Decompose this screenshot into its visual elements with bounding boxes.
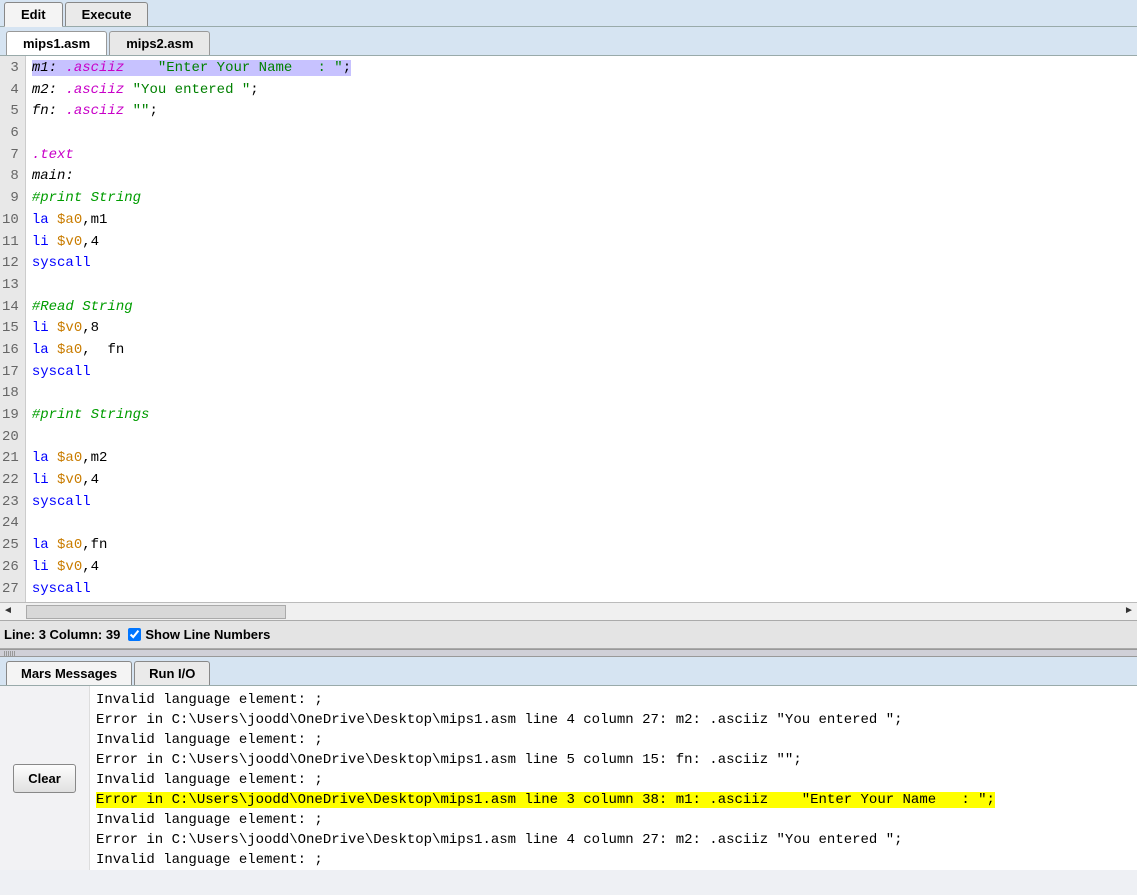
top-tabs: Edit Execute [0, 0, 1137, 27]
code-line[interactable] [32, 383, 1137, 405]
scroll-left-arrow-icon[interactable]: ◄ [0, 604, 16, 620]
message-line[interactable]: Error in C:\Users\joodd\OneDrive\Desktop… [96, 790, 1131, 810]
line-number: 3 [2, 58, 19, 80]
horizontal-splitter[interactable] [0, 649, 1137, 657]
line-number: 8 [2, 166, 19, 188]
code-line[interactable]: la $a0, fn [32, 340, 1137, 362]
message-line[interactable]: Invalid language element: ; [96, 730, 1131, 750]
line-number: 22 [2, 470, 19, 492]
code-area[interactable]: m1: .asciiz "Enter Your Name : ";m2: .as… [26, 56, 1137, 602]
line-number: 12 [2, 253, 19, 275]
code-line[interactable]: fn: .asciiz ""; [32, 101, 1137, 123]
line-number: 18 [2, 383, 19, 405]
messages-panel: Clear Invalid language element: ;Error i… [0, 686, 1137, 870]
tab-run-io[interactable]: Run I/O [134, 661, 210, 685]
code-line[interactable]: #print String [32, 188, 1137, 210]
line-number-gutter: 3456789101112131415161718192021222324252… [0, 56, 26, 602]
message-line[interactable]: Invalid language element: ; [96, 810, 1131, 830]
status-column-label: Column: [50, 627, 103, 642]
code-line[interactable] [32, 427, 1137, 449]
code-line[interactable]: la $a0,m2 [32, 448, 1137, 470]
status-line-number: 3 [39, 627, 46, 642]
scroll-thumb[interactable] [26, 605, 286, 619]
file-tab[interactable]: mips1.asm [6, 31, 107, 55]
line-number: 20 [2, 427, 19, 449]
code-line[interactable]: li $v0,4 [32, 232, 1137, 254]
line-number: 25 [2, 535, 19, 557]
status-column-number: 39 [106, 627, 120, 642]
status-line-label: Line: [4, 627, 35, 642]
horizontal-scrollbar[interactable]: ◄ ► [0, 602, 1137, 620]
code-line[interactable]: li $v0,4 [32, 470, 1137, 492]
code-line[interactable] [32, 513, 1137, 535]
tab-mars-messages[interactable]: Mars Messages [6, 661, 132, 685]
message-line[interactable]: Error in C:\Users\joodd\OneDrive\Desktop… [96, 750, 1131, 770]
tab-execute[interactable]: Execute [65, 2, 149, 26]
line-number: 15 [2, 318, 19, 340]
splitter-grip-icon [4, 651, 16, 656]
line-number: 14 [2, 297, 19, 319]
clear-button[interactable]: Clear [13, 764, 76, 793]
code-line[interactable]: syscall [32, 253, 1137, 275]
code-line[interactable]: li $v0,4 [32, 557, 1137, 579]
show-line-numbers-checkbox[interactable] [128, 628, 141, 641]
tab-edit[interactable]: Edit [4, 2, 63, 27]
code-line[interactable] [32, 123, 1137, 145]
message-line[interactable]: Invalid language element: ; [96, 690, 1131, 710]
code-editor[interactable]: 3456789101112131415161718192021222324252… [0, 56, 1137, 602]
code-line[interactable]: #Read String [32, 297, 1137, 319]
message-line[interactable]: Error in C:\Users\joodd\OneDrive\Desktop… [96, 830, 1131, 850]
code-line[interactable]: syscall [32, 362, 1137, 384]
message-line[interactable]: Error in C:\Users\joodd\OneDrive\Desktop… [96, 710, 1131, 730]
line-number: 11 [2, 232, 19, 254]
code-line[interactable]: la $a0,m1 [32, 210, 1137, 232]
code-line[interactable]: m2: .asciiz "You entered "; [32, 80, 1137, 102]
line-number: 4 [2, 80, 19, 102]
code-line[interactable]: #print Strings [32, 405, 1137, 427]
message-line[interactable]: Invalid language element: ; [96, 850, 1131, 870]
line-number: 19 [2, 405, 19, 427]
code-line[interactable]: syscall [32, 579, 1137, 601]
code-line[interactable] [32, 275, 1137, 297]
line-number: 27 [2, 579, 19, 601]
status-bar: Line: 3 Column: 39 Show Line Numbers [0, 620, 1137, 649]
line-number: 24 [2, 513, 19, 535]
line-number: 7 [2, 145, 19, 167]
line-number: 9 [2, 188, 19, 210]
line-number: 5 [2, 101, 19, 123]
messages-text[interactable]: Invalid language element: ;Error in C:\U… [90, 686, 1137, 870]
code-line[interactable]: .text [32, 145, 1137, 167]
show-line-numbers-label: Show Line Numbers [145, 627, 270, 642]
line-number: 17 [2, 362, 19, 384]
code-line[interactable]: m1: .asciiz "Enter Your Name : "; [32, 58, 1137, 80]
scroll-right-arrow-icon[interactable]: ► [1121, 604, 1137, 620]
code-line[interactable]: la $a0,fn [32, 535, 1137, 557]
message-line[interactable]: Invalid language element: ; [96, 770, 1131, 790]
line-number: 6 [2, 123, 19, 145]
line-number: 13 [2, 275, 19, 297]
file-tab[interactable]: mips2.asm [109, 31, 210, 55]
messages-sidebar: Clear [0, 686, 90, 870]
file-tabs: mips1.asmmips2.asm [0, 27, 1137, 56]
message-tabs: Mars Messages Run I/O [0, 657, 1137, 686]
line-number: 16 [2, 340, 19, 362]
code-line[interactable]: syscall [32, 492, 1137, 514]
line-number: 10 [2, 210, 19, 232]
line-number: 23 [2, 492, 19, 514]
scroll-track[interactable] [16, 604, 1121, 620]
code-line[interactable]: li $v0,8 [32, 318, 1137, 340]
code-line[interactable]: main: [32, 166, 1137, 188]
line-number: 21 [2, 448, 19, 470]
line-number: 26 [2, 557, 19, 579]
